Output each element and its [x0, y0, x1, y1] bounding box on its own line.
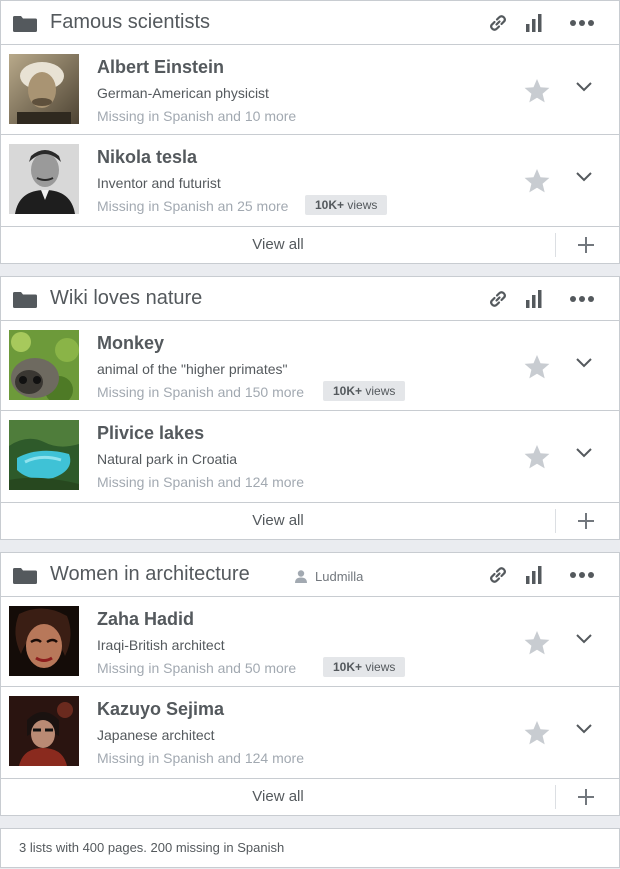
list-card-famous-scientists: Famous scientists Albert Einstein German… — [0, 0, 620, 264]
views-label: views — [365, 660, 396, 674]
footer-divider — [555, 233, 556, 257]
list-item[interactable]: Kazuyo Sejima Japanese architect Missing… — [1, 687, 619, 779]
list-header: Wiki loves nature — [1, 277, 619, 321]
lists-summary: 3 lists with 400 pages. 200 missing in S… — [0, 828, 620, 868]
star-icon[interactable] — [524, 168, 550, 194]
add-icon[interactable] — [577, 512, 595, 530]
chevron-down-icon[interactable] — [575, 723, 593, 735]
list-header: Women in architecture Ludmilla — [1, 553, 619, 597]
chevron-down-icon[interactable] — [575, 171, 593, 183]
item-missing-languages: Missing in Spanish and 124 more — [97, 474, 305, 490]
item-thumbnail — [9, 696, 79, 766]
star-icon[interactable] — [524, 630, 550, 656]
item-title[interactable]: Kazuyo Sejima — [97, 699, 224, 720]
list-header: Famous scientists — [1, 1, 619, 45]
views-badge: 10K+ views — [323, 657, 406, 677]
views-count: 10K+ — [333, 660, 363, 674]
chevron-down-icon[interactable] — [575, 357, 593, 369]
item-title[interactable]: Zaha Hadid — [97, 609, 194, 630]
more-options-icon[interactable] — [569, 565, 595, 585]
item-thumbnail — [9, 420, 79, 490]
folder-icon — [13, 16, 37, 32]
add-icon[interactable] — [577, 788, 595, 806]
item-description: German-American physicist — [97, 85, 269, 101]
views-count: 10K+ — [333, 384, 363, 398]
chevron-down-icon[interactable] — [575, 633, 593, 645]
chevron-down-icon[interactable] — [575, 447, 593, 459]
view-all-button[interactable]: View all — [1, 779, 555, 815]
item-description: animal of the "higher primates" — [97, 361, 288, 377]
more-options-icon[interactable] — [569, 289, 595, 309]
views-count: 10K+ — [315, 198, 345, 212]
list-item[interactable]: Albert Einstein German-American physicis… — [1, 45, 619, 135]
list-card-women-in-architecture: Women in architecture Ludmilla Zaha Hadi… — [0, 552, 620, 816]
footer-divider — [555, 785, 556, 809]
user-icon — [295, 570, 307, 583]
list-footer: View all — [1, 227, 619, 263]
item-title[interactable]: Nikola tesla — [97, 147, 197, 168]
list-item[interactable]: Monkey animal of the "higher primates" M… — [1, 321, 619, 411]
footer-divider — [555, 509, 556, 533]
list-item[interactable]: Zaha Hadid Iraqi-British architect Missi… — [1, 597, 619, 687]
item-thumbnail — [9, 330, 79, 400]
link-icon[interactable] — [488, 289, 508, 309]
star-icon[interactable] — [524, 78, 550, 104]
item-thumbnail — [9, 144, 79, 214]
folder-icon — [13, 292, 37, 308]
add-icon[interactable] — [577, 236, 595, 254]
views-badge: 10K+ views — [323, 381, 406, 401]
star-icon[interactable] — [524, 720, 550, 746]
item-missing-languages: Missing in Spanish an 25 more — [97, 198, 289, 214]
link-icon[interactable] — [488, 565, 508, 585]
list-title[interactable]: Famous scientists — [50, 11, 210, 34]
item-description: Natural park in Croatia — [97, 451, 238, 467]
stats-icon[interactable] — [525, 13, 543, 33]
owner-name: Ludmilla — [315, 569, 364, 584]
list-title[interactable]: Women in architecture — [50, 563, 250, 586]
view-all-button[interactable]: View all — [1, 503, 555, 539]
link-icon[interactable] — [488, 13, 508, 33]
item-description: Iraqi-British architect — [97, 637, 225, 653]
views-label: views — [365, 384, 396, 398]
list-item[interactable]: Nikola tesla Inventor and futurist Missi… — [1, 135, 619, 227]
more-options-icon[interactable] — [569, 13, 595, 33]
list-owner[interactable]: Ludmilla — [295, 569, 363, 584]
list-footer: View all — [1, 503, 619, 539]
stats-icon[interactable] — [525, 289, 543, 309]
views-badge: 10K+ views — [305, 195, 388, 215]
list-footer: View all — [1, 779, 619, 815]
item-title[interactable]: Monkey — [97, 333, 164, 354]
item-description: Japanese architect — [97, 727, 215, 743]
chevron-down-icon[interactable] — [575, 81, 593, 93]
star-icon[interactable] — [524, 444, 550, 470]
item-description: Inventor and futurist — [97, 175, 221, 191]
item-missing-languages: Missing in Spanish and 10 more — [97, 108, 297, 124]
views-label: views — [347, 198, 378, 212]
list-card-wiki-loves-nature: Wiki loves nature Monkey animal of the "… — [0, 276, 620, 540]
item-missing-languages: Missing in Spanish and 50 more — [97, 660, 297, 676]
item-thumbnail — [9, 606, 79, 676]
folder-icon — [13, 568, 37, 584]
view-all-button[interactable]: View all — [1, 227, 555, 263]
list-title[interactable]: Wiki loves nature — [50, 287, 202, 310]
item-missing-languages: Missing in Spanish and 150 more — [97, 384, 305, 400]
list-item[interactable]: Plivice lakes Natural park in Croatia Mi… — [1, 411, 619, 503]
item-title[interactable]: Albert Einstein — [97, 57, 224, 78]
item-title[interactable]: Plivice lakes — [97, 423, 204, 444]
item-missing-languages: Missing in Spanish and 124 more — [97, 750, 305, 766]
stats-icon[interactable] — [525, 565, 543, 585]
item-thumbnail — [9, 54, 79, 124]
star-icon[interactable] — [524, 354, 550, 380]
